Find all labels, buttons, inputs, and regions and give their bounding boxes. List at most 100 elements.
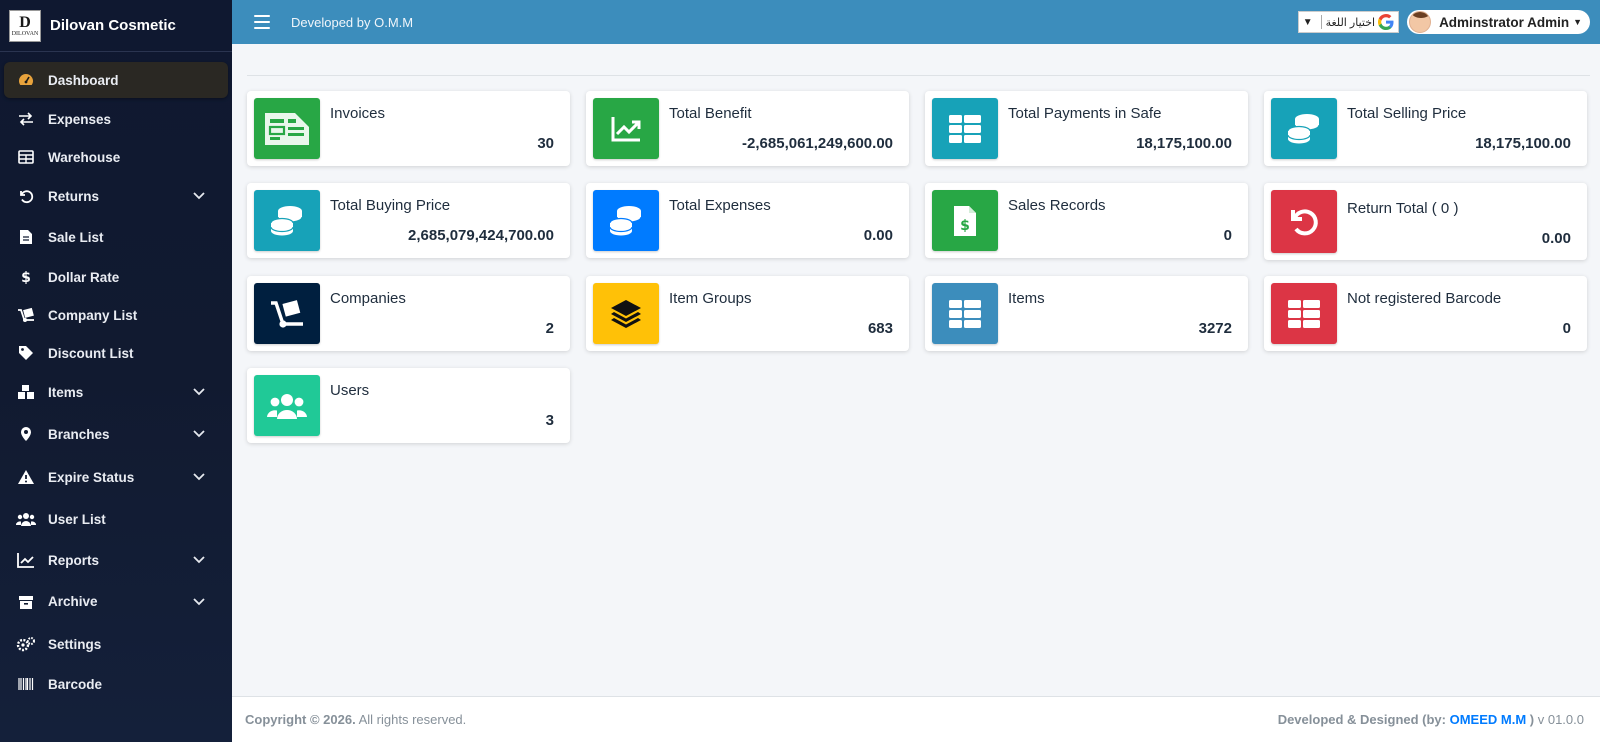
sidebar-item-label: Sale List (48, 229, 104, 245)
sidebar-item-archive[interactable]: Archive (4, 580, 228, 623)
info-box-title: Items (1008, 290, 1045, 307)
chevron-down-icon[interactable] (192, 427, 206, 441)
info-box-companies[interactable]: Companies 2 (247, 276, 570, 351)
sidebar-nav: Dashboard Expenses Warehouse Returns Sale Li… (0, 52, 232, 713)
chevron-down-icon[interactable] (192, 385, 206, 399)
sidebar-item-label: Dashboard (48, 72, 119, 88)
chevron-down-icon[interactable] (192, 595, 206, 609)
info-box-title: Return Total ( 0 ) (1347, 200, 1459, 217)
file-dollar-icon: $ (932, 190, 998, 251)
user-menu-button[interactable]: Adminstrator Admin ▼ (1407, 10, 1590, 34)
info-box-sales-records[interactable]: $ Sales Records 0 (925, 183, 1248, 258)
sidebar-item-label: Discount List (48, 345, 134, 361)
brand-link[interactable]: D DILOVAN Dilovan Cosmetic (0, 0, 232, 52)
info-box-title: Total Selling Price (1347, 105, 1467, 122)
chevron-down-icon[interactable] (192, 189, 206, 203)
info-box-return-total-0[interactable]: Return Total ( 0 ) 0.00 (1264, 183, 1587, 260)
sidebar-item-company-list[interactable]: Company List (4, 296, 228, 334)
sidebar-item-label: Reports (48, 552, 100, 568)
info-box-value: 0.00 (863, 227, 893, 244)
info-box-value: 683 (867, 320, 893, 337)
table-icon (932, 98, 998, 159)
info-box-title: Companies (330, 290, 406, 307)
chevron-down-icon[interactable] (192, 470, 206, 484)
info-box-value: 3272 (1198, 320, 1232, 337)
svg-text:$: $ (21, 270, 31, 285)
info-box-items[interactable]: Items 3272 (925, 276, 1248, 351)
info-box-value: 2,685,079,424,700.00 (408, 227, 554, 244)
info-box-value: 18,175,100.00 (1136, 135, 1232, 152)
info-box-not-registered-barcode[interactable]: Not registered Barcode 0 (1264, 276, 1587, 351)
sidebar-item-label: Branches (48, 426, 110, 442)
info-box-title: Total Expenses (669, 197, 771, 214)
info-box-invoices[interactable]: Invoices 30 (247, 91, 570, 166)
sidebar-item-warehouse[interactable]: Warehouse (4, 138, 228, 176)
sidebar-item-items[interactable]: Items (4, 372, 228, 412)
info-box-total-benefit[interactable]: Total Benefit -2,685,061,249,600.00 (586, 91, 909, 166)
topbar: Developed by O.M.M ▼ اختيار اللغة Admins… (232, 0, 1600, 44)
info-box-title: Not registered Barcode (1347, 290, 1502, 307)
info-box-title: Total Payments in Safe (1008, 105, 1162, 122)
sidebar-item-label: Settings (48, 636, 102, 652)
sidebar-item-branches[interactable]: Branches (4, 412, 228, 456)
info-box-total-selling-price[interactable]: Total Selling Price 18,175,100.00 (1264, 91, 1587, 166)
info-box-title: Total Benefit (669, 105, 752, 122)
info-box-total-buying-price[interactable]: Total Buying Price 2,685,079,424,700.00 (247, 183, 570, 258)
sidebar-item-dollar-rate[interactable]: $ Dollar Rate (4, 258, 228, 296)
language-select-label: اختيار اللغة (1325, 16, 1376, 29)
coins-icon (254, 190, 320, 251)
chevron-down-icon[interactable] (192, 553, 206, 567)
sidebar-item-barcode[interactable]: Barcode (4, 665, 228, 703)
brand-logo: D DILOVAN (9, 9, 41, 42)
designer-link[interactable]: OMEED M.M (1450, 712, 1527, 727)
sidebar-item-expenses[interactable]: Expenses (4, 100, 228, 138)
info-box-value: -2,685,061,249,600.00 (742, 135, 893, 152)
table-icon (1271, 283, 1337, 344)
table-icon (16, 149, 36, 165)
dashboard-content: Invoices 30 Total Benefit -2,685,061,249,60… (232, 44, 1600, 696)
sidebar-item-sale-list[interactable]: Sale List (4, 216, 228, 258)
info-box-value: 0.00 (1541, 230, 1571, 247)
tag-icon (16, 345, 36, 361)
coins-icon (1271, 98, 1337, 159)
info-box-value: 30 (537, 135, 554, 152)
sidebar-item-label: Dollar Rate (48, 269, 120, 285)
sidebar-item-returns[interactable]: Returns (4, 176, 228, 216)
file-invoice-icon (16, 229, 36, 245)
avatar (1409, 11, 1432, 33)
language-select[interactable]: ▼ اختيار اللغة (1297, 11, 1400, 33)
sidebar-item-discount-list[interactable]: Discount List (4, 334, 228, 372)
undo-icon (1271, 190, 1337, 253)
info-box-item-groups[interactable]: Item Groups 683 (586, 276, 909, 351)
info-box-value: 2 (545, 320, 554, 337)
dropdown-triangle-icon: ▼ (1302, 16, 1313, 28)
sidebar-item-label: Barcode (48, 676, 103, 692)
svg-text:$: $ (960, 218, 970, 234)
dolly-icon (254, 283, 320, 344)
sidebar-item-reports[interactable]: Reports (4, 540, 228, 580)
chart-line-icon (593, 98, 659, 159)
caret-down-icon: ▼ (1573, 17, 1582, 27)
sidebar-item-expire-status[interactable]: Expire Status (4, 456, 228, 498)
sidebar-item-user-list[interactable]: User List (4, 498, 228, 540)
designed-by: Developed & Designed (by: OMEED M.M ) v … (1277, 712, 1584, 727)
sidebar: D DILOVAN Dilovan Cosmetic Dashboard Expe… (0, 0, 232, 742)
info-box-users[interactable]: Users 3 (247, 368, 570, 443)
warning-icon (16, 469, 36, 485)
map-marker-icon (16, 426, 36, 442)
barcode-icon (16, 676, 36, 692)
undo-icon (16, 188, 36, 204)
menu-toggle-icon[interactable] (254, 15, 270, 29)
info-box-total-expenses[interactable]: Total Expenses 0.00 (586, 183, 909, 258)
sidebar-item-settings[interactable]: Settings (4, 623, 228, 665)
sidebar-item-label: Expire Status (48, 469, 135, 485)
info-box-title: Total Buying Price (330, 197, 451, 214)
coins-icon (593, 190, 659, 251)
user-name: Adminstrator Admin (1439, 14, 1570, 30)
sidebar-item-dashboard[interactable]: Dashboard (4, 62, 228, 98)
content-divider (247, 75, 1590, 76)
users-icon (254, 375, 320, 436)
info-box-total-payments-in-safe[interactable]: Total Payments in Safe 18,175,100.00 (925, 91, 1248, 166)
info-box-title: Item Groups (669, 290, 752, 307)
table-icon (932, 283, 998, 344)
